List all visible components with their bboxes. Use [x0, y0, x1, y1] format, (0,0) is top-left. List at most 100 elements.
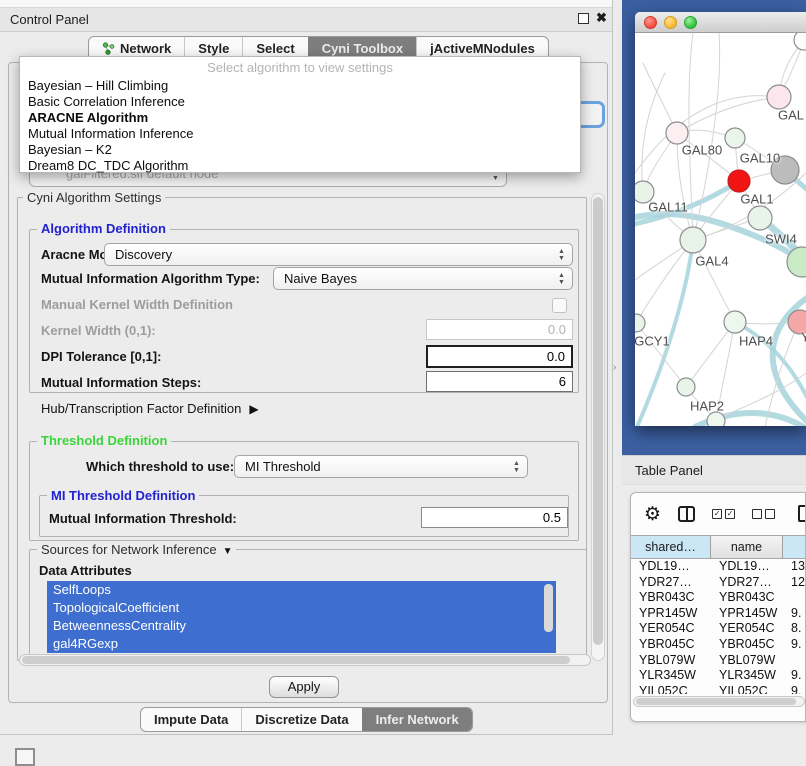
node-gal4[interactable] [680, 227, 706, 253]
manual-kernel-checkbox[interactable] [552, 298, 567, 313]
algorithm-option[interactable]: Bayesian – K2 [20, 142, 580, 158]
new-table-icon[interactable] [798, 505, 806, 522]
manual-kernel-label: Manual Kernel Width Definition [41, 297, 233, 312]
network-edge [643, 63, 677, 133]
mi-steps-field[interactable]: 6 [426, 371, 573, 392]
table-horizontal-scrollbar[interactable] [633, 696, 805, 707]
table-header-row: shared…name [631, 535, 806, 559]
table-cell: YPR145W [711, 606, 783, 622]
float-window-icon[interactable] [578, 13, 589, 24]
kernel-width-field[interactable]: 0.0 [426, 319, 573, 340]
tab-label: Cyni Toolbox [322, 41, 403, 56]
node-top-partial[interactable] [794, 33, 806, 50]
table-row[interactable]: YPR145WYPR145W9. [631, 606, 806, 622]
data-attribute-item[interactable]: BetweennessCentrality [47, 617, 556, 635]
data-attributes-list: SelfLoopsTopologicalCoefficientBetweenne… [47, 581, 556, 653]
deselect-all-icon[interactable] [752, 509, 775, 519]
cyni-bottom-tabbar: Impute DataDiscretize DataInfer Network [140, 707, 473, 732]
hub-section-label: Hub/Transcription Factor Definition [41, 401, 241, 416]
table-row[interactable]: YBL079WYBL079W [631, 653, 806, 669]
algorithm-option[interactable]: Mutual Information Inference [20, 126, 580, 142]
network-window-titlebar[interactable] [635, 12, 806, 33]
node-gal1[interactable] [728, 170, 750, 192]
table-row[interactable]: YLR345WYLR345W9. [631, 668, 806, 684]
control-panel: Control Panel ✖ NetworkStyleSelectCyni T… [0, 0, 613, 735]
table-column-header[interactable]: shared… [631, 536, 711, 558]
split-pane-collapse-icon[interactable]: › [613, 362, 616, 373]
table-cell: YBR045C [711, 637, 783, 653]
table-cell: YBL079W [711, 653, 783, 669]
data-attribute-item[interactable]: SelfLoops [47, 581, 556, 599]
table-row[interactable]: YDR27…YDR27…12 [631, 575, 806, 591]
node-gal11-label: GAL11 [648, 200, 688, 215]
minimize-traffic-light-icon[interactable] [664, 16, 677, 29]
table-cell: 9. [783, 668, 806, 684]
table-cell: YIL052C [711, 684, 783, 694]
scrollbar-thumb[interactable] [636, 698, 796, 705]
table-row[interactable]: YER054CYER054C8. [631, 621, 806, 637]
window-grip-icon[interactable] [15, 748, 35, 766]
panel-title: Control Panel [10, 12, 89, 27]
table-column-header[interactable]: name [711, 536, 783, 558]
node-swi4[interactable] [748, 206, 772, 230]
which-threshold-label: Which threshold to use: [86, 459, 234, 474]
which-threshold-combo[interactable]: MI Threshold ▲▼ [234, 455, 528, 478]
node-hap4[interactable] [724, 311, 746, 333]
tab-infer-network[interactable]: Infer Network [362, 708, 472, 731]
aracne-mode-combo[interactable]: Discovery ▲▼ [104, 243, 573, 266]
tab-label: Network [120, 41, 171, 56]
apply-button[interactable]: Apply [269, 676, 339, 698]
table-cell: 8. [783, 621, 806, 637]
settings-horizontal-scrollbar[interactable] [19, 654, 591, 666]
select-all-icon[interactable]: ✓✓ [712, 509, 735, 519]
table-row[interactable]: YDL19…YDL19…13 [631, 559, 806, 575]
table-column-header[interactable] [783, 536, 806, 558]
table-row[interactable]: YIL052CYIL052C9. [631, 684, 806, 694]
mi-threshold-field[interactable]: 0.5 [421, 507, 568, 528]
scrollbar-thumb[interactable] [22, 656, 570, 664]
data-attributes-label: Data Attributes [39, 563, 132, 578]
table-row[interactable]: YBR045CYBR045C9. [631, 637, 806, 653]
tab-impute-data[interactable]: Impute Data [141, 708, 241, 731]
node-gcy1[interactable] [635, 314, 645, 332]
node-gal10[interactable] [725, 128, 745, 148]
node-gal-pink[interactable] [767, 85, 791, 109]
combo-stepper-icon: ▲▼ [557, 248, 566, 262]
close-traffic-light-icon[interactable] [644, 16, 657, 29]
table-rows: YDL19…YDL19…13YDR27…YDR27…12YBR043CYBR04… [631, 559, 806, 694]
table-cell: 9. [783, 606, 806, 622]
algorithm-option[interactable]: ARACNE Algorithm [20, 110, 580, 126]
data-attribute-item[interactable]: TopologicalCoefficient [47, 599, 556, 617]
mi-type-combo[interactable]: Naive Bayes ▲▼ [273, 267, 573, 290]
data-attribute-item[interactable]: gal4RGexp [47, 635, 556, 653]
node-bottom-partial[interactable] [707, 412, 725, 426]
settings-vertical-scrollbar[interactable] [591, 193, 605, 661]
control-panel-titlebar: Control Panel ✖ [0, 8, 612, 32]
table-cell: YER054C [631, 621, 711, 637]
zoom-traffic-light-icon[interactable] [684, 16, 697, 29]
table-cell: YIL052C [631, 684, 711, 694]
algorithm-option[interactable]: Dream8 DC_TDC Algorithm [20, 158, 580, 174]
algorithm-option[interactable]: Basic Correlation Inference [20, 94, 580, 110]
tab-label: jActiveMNodules [430, 41, 535, 56]
hub-section-toggle[interactable]: Hub/Transcription Factor Definition▶ [41, 401, 259, 416]
algorithm-option[interactable]: Bayesian – Hill Climbing [20, 78, 580, 94]
gear-icon[interactable]: ⚙ [644, 505, 661, 524]
combo-stepper-icon: ▲▼ [512, 460, 521, 474]
column-browser-icon[interactable] [678, 506, 695, 522]
attr-list-scrollbar[interactable] [544, 584, 553, 632]
network-canvas[interactable]: GALGAL80GAL10GAL1GAL11SWI4GAL4GCY1HAP4YH… [635, 33, 806, 426]
table-cell: 9. [783, 684, 806, 694]
table-cell: 12 [783, 575, 806, 591]
expanded-arrow-icon: ▼ [223, 546, 233, 557]
node-gal80[interactable] [666, 122, 688, 144]
mi-threshold-label: Mutual Information Threshold: [49, 511, 237, 526]
tab-discretize-data[interactable]: Discretize Data [241, 708, 361, 731]
sources-section-toggle[interactable]: Sources for Network Inference▼ [37, 542, 236, 557]
close-panel-icon[interactable]: ✖ [596, 10, 607, 26]
node-hap2[interactable] [677, 378, 695, 396]
network-edge [677, 97, 779, 133]
dpi-tolerance-field[interactable]: 0.0 [426, 345, 573, 368]
table-row[interactable]: YBR043CYBR043C [631, 590, 806, 606]
scrollbar-thumb[interactable] [593, 197, 603, 645]
